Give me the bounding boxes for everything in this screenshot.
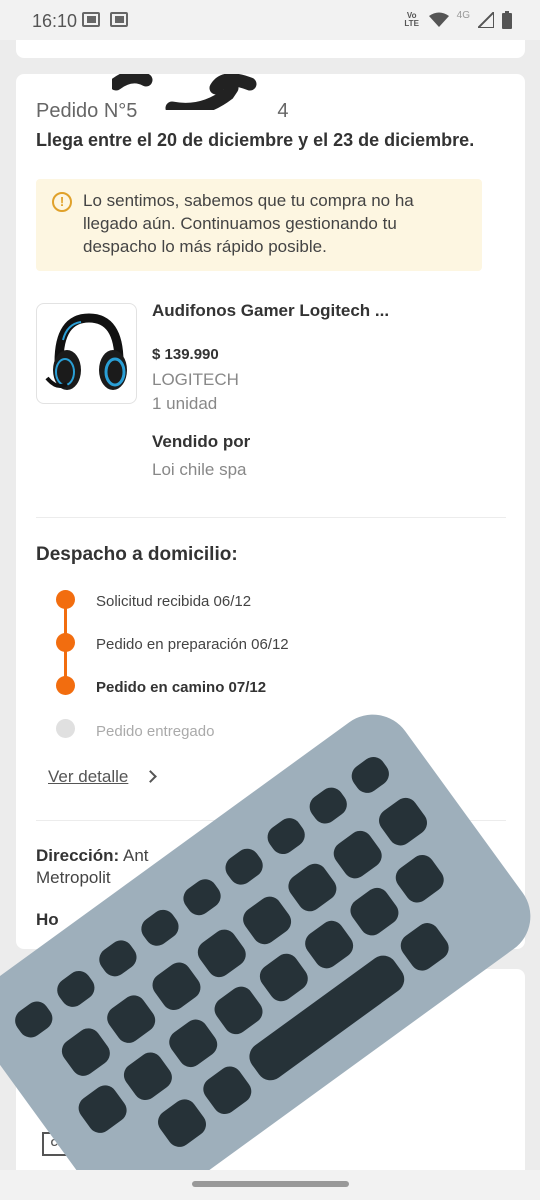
signal-icon [478, 12, 494, 28]
timeline-dot-step-1 [56, 590, 75, 609]
seller-name: Loi chile spa [152, 460, 247, 479]
status-icons: Vo LTE 4G [403, 9, 512, 31]
product-brand: LOGITECH [152, 370, 239, 389]
timeline-step-1: Solicitud recibida 06/12 [96, 593, 252, 610]
network-type: 4G [456, 9, 470, 21]
product-quantity: 1 unidad [152, 394, 218, 413]
product-name[interactable]: Audifonos Gamer Logitech ... [152, 301, 389, 321]
warning-circle-icon: ! [52, 192, 72, 212]
redaction-scribble [112, 74, 257, 110]
divider [36, 517, 506, 518]
status-time: 16:10 [32, 11, 78, 31]
battery-icon [502, 11, 512, 29]
volte-icon: Vo LTE [404, 11, 419, 28]
sold-by-label: Vendido por [152, 432, 251, 451]
product-price: $ 139.990 [152, 346, 219, 363]
status-bar: 16:10 Vo LTE 4G [0, 0, 540, 40]
outlook-notification-icon [82, 12, 100, 27]
previous-card [16, 40, 525, 58]
home-gesture-handle[interactable] [192, 1181, 349, 1187]
keyboard-icon [0, 714, 531, 1200]
headset-image [45, 313, 127, 390]
timeline-dot-step-3 [56, 676, 75, 695]
timeline-step-3: Pedido en camino 07/12 [96, 679, 267, 696]
arrival-estimate: Llega entre el 20 de diciembre y el 23 d… [36, 130, 475, 150]
timeline-step-2: Pedido en preparación 06/12 [96, 636, 289, 653]
shipping-title: Despacho a domicilio: [36, 544, 238, 565]
navigation-bar [0, 1170, 540, 1200]
outlook-notification-icon [110, 12, 128, 27]
product-image[interactable] [36, 303, 137, 404]
timeline-dot-step-2 [56, 633, 75, 652]
alert-message: Lo sentimos, sabemos que tu compra no ha… [83, 191, 414, 256]
wifi-icon [428, 12, 449, 27]
delay-alert: ! Lo sentimos, sabemos que tu compra no … [36, 179, 482, 271]
